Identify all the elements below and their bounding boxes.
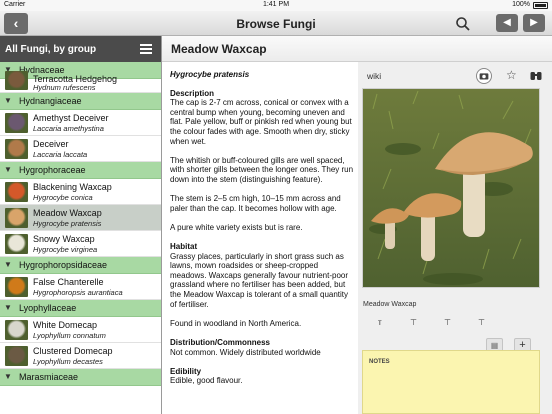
clock: 1:41 PM (262, 1, 290, 8)
binoculars-icon[interactable] (530, 69, 542, 81)
thumbnail (5, 208, 28, 228)
thumbnail (5, 234, 28, 254)
chevron-down-icon: ▼ (4, 96, 12, 105)
grid-icon: ▦ (490, 341, 499, 350)
list-item[interactable]: White Domecap Lyophyllum connatum (0, 317, 161, 343)
tool-icon[interactable]: ⊤ (444, 318, 451, 327)
back-button[interactable]: ‹ (4, 13, 28, 34)
group-name: Hygrophoropsidaceae (19, 260, 108, 270)
item-latin-name: Hygrocybe conica (33, 193, 93, 202)
battery-icon (533, 2, 548, 9)
item-name: White Domecap (33, 320, 98, 330)
search-icon[interactable] (455, 16, 471, 32)
thumbnail (5, 182, 28, 202)
list-item[interactable]: Blackening Waxcap Hygrocybe conica (0, 179, 161, 205)
star-icon[interactable]: ☆ (506, 68, 517, 82)
group-header[interactable]: ▼ Hygrophoraceae (0, 162, 161, 179)
thumbnail (5, 71, 28, 90)
item-name: Clustered Domecap (33, 346, 113, 356)
group-name: Lyophyllaceae (19, 303, 77, 313)
triangle-right-icon: ▶ (530, 17, 538, 28)
media-panel: wiki ☆ Meadow Waxcap ᴛ ⊤ ⊤ ⊤ ▦ + NOTES (358, 62, 552, 414)
camera-icon[interactable] (476, 68, 492, 84)
list-item[interactable]: Clustered Domecap Lyophyllum decastes (0, 343, 161, 369)
chevron-down-icon: ▼ (4, 165, 12, 174)
item-latin-name: Laccaria amethystina (33, 124, 104, 133)
distribution-text: Not common. Widely distributed worldwide (170, 347, 321, 357)
navigation-bar: ‹ Browse Fungi ◀ ▶ (0, 11, 552, 36)
triangle-left-icon: ◀ (503, 17, 511, 28)
mushroom-photo[interactable] (362, 88, 540, 288)
list-item[interactable]: False Chanterelle Hygrophoropsis aurantia… (0, 274, 161, 300)
group-header[interactable]: ▼ Hygrophoropsidaceae (0, 257, 161, 274)
edibility-text: Edible, good flavour. (170, 376, 243, 386)
pin-icon[interactable]: ᴛ (378, 318, 382, 327)
item-latin-name: Hygrocybe pratensis (33, 219, 102, 228)
detail-header: Meadow Waxcap (162, 36, 552, 62)
habitat-paragraph: Found in woodland in North America. (170, 318, 302, 328)
sidebar-title: All Fungi, by group (5, 44, 97, 55)
sidebar-header: All Fungi, by group (0, 36, 161, 62)
habitat-paragraph: Grassy places, particularly in short gra… (170, 251, 349, 309)
item-latin-name: Hygrocybe virginea (33, 245, 98, 254)
group-name: Hydnangiaceae (19, 96, 82, 106)
group-name: Marasmiaceae (19, 372, 79, 382)
latin-name: Hygrocybe pratensis (170, 70, 250, 79)
thumbnail (5, 320, 28, 340)
group-header[interactable]: ▼ Marasmiaceae (0, 369, 161, 386)
notes-area[interactable]: NOTES (362, 350, 540, 414)
description-text: Hygrocybe pratensis Description The cap … (170, 70, 356, 396)
thumbnail (5, 139, 28, 159)
description-heading: Description (170, 88, 215, 98)
list-item[interactable]: Terracotta Hedgehog Hydnum rufescens (0, 71, 161, 93)
group-header[interactable]: ▼ Lyophyllaceae (0, 300, 161, 317)
description-paragraph: The whitish or buff-coloured gills are w… (170, 155, 354, 184)
detail-title: Meadow Waxcap (171, 42, 267, 56)
previous-button[interactable]: ◀ (496, 14, 518, 32)
group-name: Hygrophoraceae (19, 165, 86, 175)
habitat-heading: Habitat (170, 242, 198, 252)
item-latin-name: Lyophyllum decastes (33, 357, 103, 366)
description-paragraph: A pure white variety exists but is rare. (170, 222, 303, 232)
group-list: ▼ Hydnaceae Terracotta Hedgehog Hydnum rufe… (0, 62, 161, 386)
list-item[interactable]: Snowy Waxcap Hygrocybe virginea (0, 231, 161, 257)
item-latin-name: Hygrophoropsis aurantiaca (33, 288, 123, 297)
photo-caption: Meadow Waxcap (363, 301, 417, 308)
item-name: Amethyst Deceiver (33, 113, 109, 123)
chevron-down-icon: ▼ (4, 260, 12, 269)
list-item[interactable]: Meadow Waxcap Hygrocybe pratensis (0, 205, 161, 231)
sidebar: All Fungi, by group ▼ Hydnaceae Terracotta… (0, 36, 162, 414)
chevron-left-icon: ‹ (13, 15, 19, 31)
item-name: False Chanterelle (33, 277, 104, 287)
tool-icon[interactable]: ⊤ (410, 318, 417, 327)
list-item[interactable]: Amethyst Deceiver Laccaria amethystina (0, 110, 161, 136)
next-button[interactable]: ▶ (523, 14, 545, 32)
description-paragraph: The stem is 2–5 cm high, 10–15 mm across… (170, 194, 341, 213)
wiki-link[interactable]: wiki (367, 71, 381, 81)
detail-pane: Meadow Waxcap Hygrocybe pratensis Descri… (162, 36, 552, 414)
distribution-heading: Distribution/Commonness (170, 338, 271, 348)
group-header[interactable]: ▼ Hydnangiaceae (0, 93, 161, 110)
menu-icon[interactable] (140, 44, 152, 54)
item-latin-name: Lyophyllum connatum (33, 331, 106, 340)
thumbnail (5, 346, 28, 366)
thumbnail (5, 113, 28, 133)
item-name: Snowy Waxcap (33, 234, 95, 244)
edibility-heading: Edibility (170, 366, 202, 376)
status-bar: Carrier 1:41 PM 100% (0, 0, 552, 11)
item-latin-name: Hydnum rufescens (33, 83, 96, 92)
chevron-down-icon: ▼ (4, 372, 12, 381)
item-latin-name: Laccaria laccata (33, 150, 88, 159)
notes-label: NOTES (369, 359, 390, 365)
description-paragraph: The cap is 2-7 cm across, conical or con… (170, 98, 352, 146)
item-name: Blackening Waxcap (33, 182, 112, 192)
thumbnail (5, 277, 28, 297)
battery-percent: 100% (512, 1, 530, 8)
chevron-down-icon: ▼ (4, 303, 12, 312)
list-item[interactable]: Deceiver Laccaria laccata (0, 136, 161, 162)
mushroom-image (363, 89, 539, 287)
item-name: Meadow Waxcap (33, 208, 102, 218)
item-name: Deceiver (33, 139, 69, 149)
tool-icon[interactable]: ⊤ (478, 318, 485, 327)
